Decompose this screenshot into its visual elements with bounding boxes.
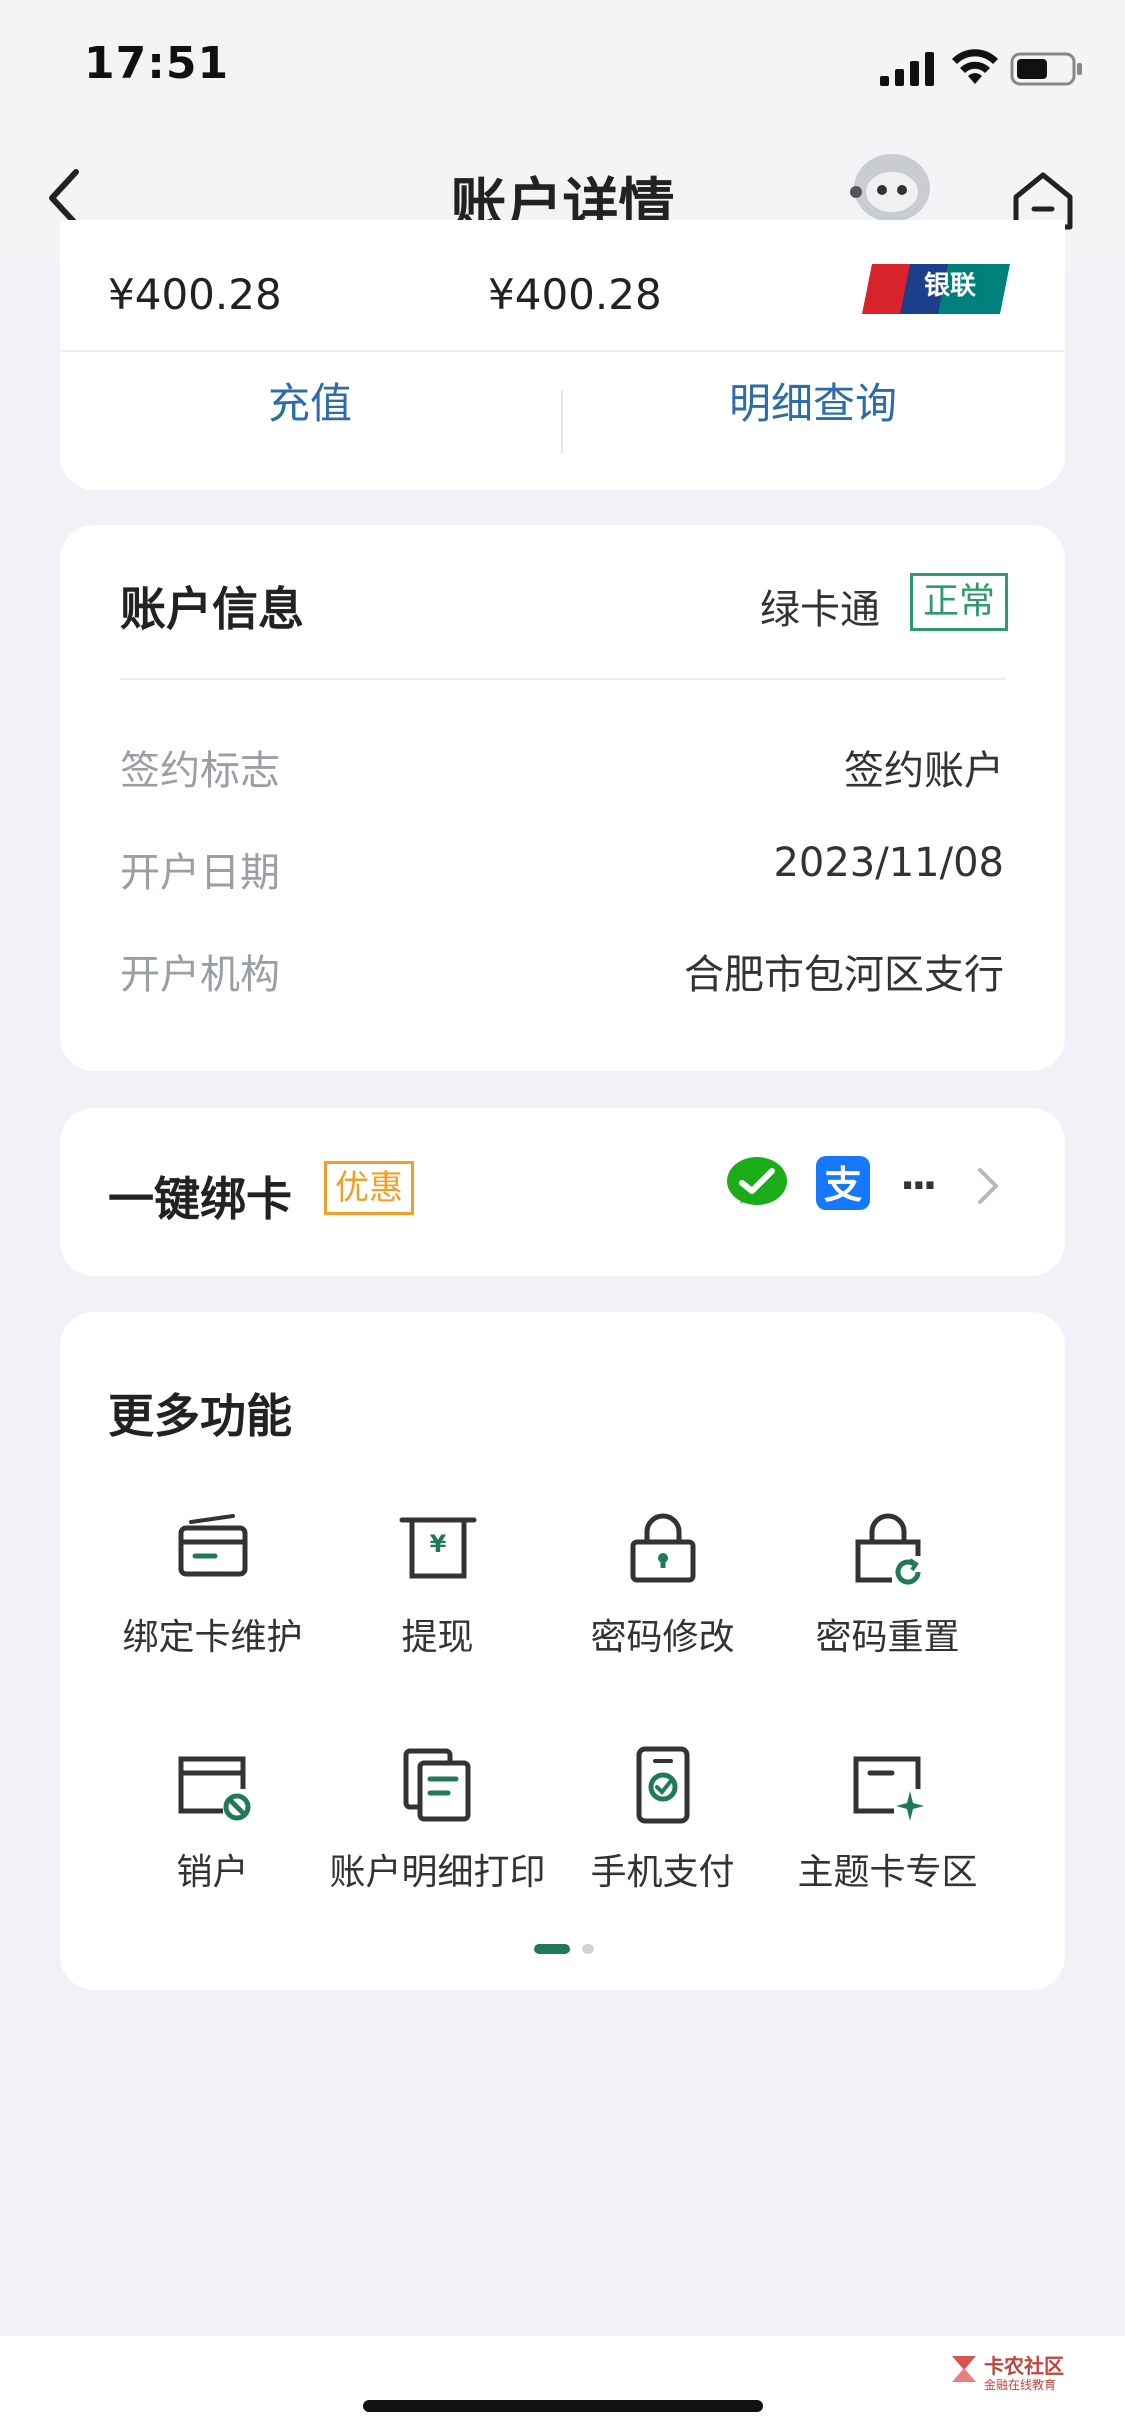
function-label: 销户 (176, 1852, 249, 1893)
more-functions-title: 更多功能 (108, 1389, 292, 1443)
page-indicator-active (534, 1944, 570, 1954)
page-indicator (582, 1944, 594, 1954)
bind-card-title: 一键绑卡 (108, 1172, 292, 1226)
close-account-icon (178, 1756, 250, 1821)
svg-text:¥: ¥ (429, 1530, 446, 1558)
function-label: 密码重置 (815, 1617, 960, 1658)
account-info-title: 账户信息 (120, 582, 304, 636)
print-statement-icon (403, 1748, 470, 1822)
status-time: 17:51 (84, 38, 230, 89)
watermark-logo-icon (952, 2356, 976, 2382)
balance-amount: ¥400.28 (108, 270, 282, 319)
home-indicator[interactable] (363, 2400, 763, 2412)
function-close-account[interactable]: 销户 (100, 1745, 325, 1895)
function-bind-card-maintenance[interactable]: 绑定卡维护 (100, 1510, 325, 1660)
chevron-right-icon (978, 1168, 998, 1204)
function-reset-password[interactable]: 密码重置 (775, 1510, 1000, 1660)
function-label: 主题卡专区 (797, 1852, 978, 1893)
promo-badge: 优惠 (324, 1161, 414, 1215)
alipay-icon: 支 (816, 1156, 870, 1210)
function-label: 账户明细打印 (329, 1852, 546, 1893)
recharge-button[interactable]: 充值 (60, 370, 560, 431)
open-branch-value: 合肥市包河区支行 (684, 952, 1004, 998)
available-balance-amount: ¥400.28 (488, 270, 662, 319)
theme-card-icon (853, 1756, 924, 1821)
function-label: 提现 (401, 1617, 474, 1658)
function-label: 手机支付 (590, 1852, 735, 1893)
signal-icon (880, 52, 934, 86)
unionpay-logo-icon: 银联 (862, 264, 1010, 314)
status-badge: 正常 (910, 573, 1009, 631)
watermark-subtext: 金融在线教育 (984, 2378, 1057, 2392)
sign-flag-label: 签约标志 (120, 748, 280, 794)
open-branch-label: 开户机构 (120, 952, 280, 998)
account-product-name: 绿卡通 (760, 587, 880, 633)
function-withdraw[interactable]: ¥ 提现 (325, 1510, 550, 1660)
card-icon (178, 1514, 247, 1577)
bottom-safe-area (0, 2336, 1125, 2436)
open-date-label: 开户日期 (120, 850, 280, 896)
wechat-icon (727, 1157, 787, 1205)
function-label: 密码修改 (590, 1617, 735, 1658)
withdraw-icon: ¥ (399, 1517, 476, 1579)
unionpay-text: 银联 (924, 271, 976, 301)
more-options-icon[interactable]: ··· (900, 1163, 938, 1209)
lock-icon (630, 1513, 695, 1583)
divider (60, 350, 1065, 352)
function-print-statement[interactable]: 账户明细打印 (325, 1745, 550, 1895)
svg-text:支: 支 (824, 1163, 862, 1207)
sign-flag-value: 签约账户 (844, 748, 1004, 794)
divider (120, 678, 1006, 680)
function-mobile-pay[interactable]: 手机支付 (550, 1745, 775, 1895)
open-date-value: 2023/11/08 (773, 840, 1004, 886)
function-label: 绑定卡维护 (122, 1617, 303, 1658)
wifi-icon (952, 49, 998, 84)
function-change-password[interactable]: 密码修改 (550, 1510, 775, 1660)
battery-icon (1010, 52, 1082, 86)
details-query-button[interactable]: 明细查询 (563, 370, 1063, 431)
mobile-pay-icon (636, 1746, 689, 1824)
lock-reset-icon (855, 1513, 920, 1585)
function-theme-card-zone[interactable]: 主题卡专区 (775, 1745, 1000, 1895)
watermark-text: 卡农社区 (984, 2354, 1064, 2378)
